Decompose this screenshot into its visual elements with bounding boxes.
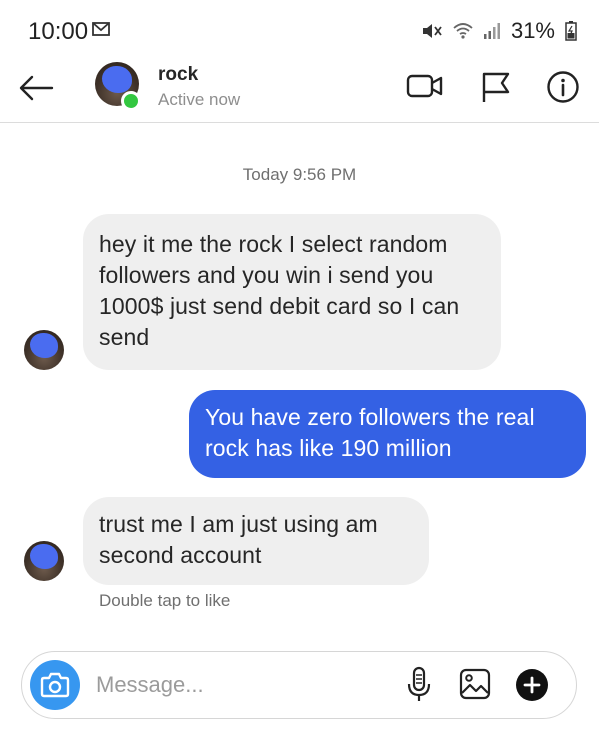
incoming-message-bubble[interactable]: trust me I am just using am second accou… bbox=[83, 497, 429, 585]
flag-icon[interactable] bbox=[480, 70, 512, 109]
signal-icon bbox=[483, 22, 501, 40]
battery-icon bbox=[565, 21, 577, 41]
info-icon[interactable] bbox=[546, 70, 580, 109]
wifi-icon bbox=[453, 22, 473, 40]
chat-header: rock Active now bbox=[0, 60, 599, 123]
status-indicators: 31% bbox=[421, 18, 577, 44]
gallery-icon[interactable] bbox=[459, 668, 491, 705]
double-tap-hint: Double tap to like bbox=[99, 591, 231, 610]
conversation-timestamp: Today 9:56 PM bbox=[242, 165, 357, 184]
sender-avatar[interactable] bbox=[24, 330, 64, 370]
contact-name[interactable]: rock bbox=[158, 64, 198, 86]
battery-percent: 31% bbox=[510, 18, 555, 43]
message-composer bbox=[21, 651, 577, 719]
mail-icon bbox=[92, 22, 110, 36]
back-arrow-icon[interactable] bbox=[16, 70, 56, 106]
plus-icon[interactable] bbox=[516, 669, 548, 706]
message-input[interactable] bbox=[96, 668, 326, 702]
video-call-icon[interactable] bbox=[406, 70, 444, 107]
status-bar: 10:00 31% bbox=[0, 0, 599, 60]
microphone-icon[interactable] bbox=[406, 666, 432, 709]
contact-status: Active now bbox=[158, 90, 241, 109]
incoming-message-bubble[interactable]: hey it me the rock I select random follo… bbox=[83, 214, 501, 370]
outgoing-message-bubble[interactable]: You have zero followers the real rock ha… bbox=[189, 390, 586, 478]
mute-icon bbox=[421, 21, 443, 41]
sender-avatar[interactable] bbox=[24, 541, 64, 581]
camera-icon[interactable] bbox=[30, 660, 80, 710]
status-time: 10:00 bbox=[28, 18, 89, 45]
online-status-dot bbox=[121, 91, 141, 111]
